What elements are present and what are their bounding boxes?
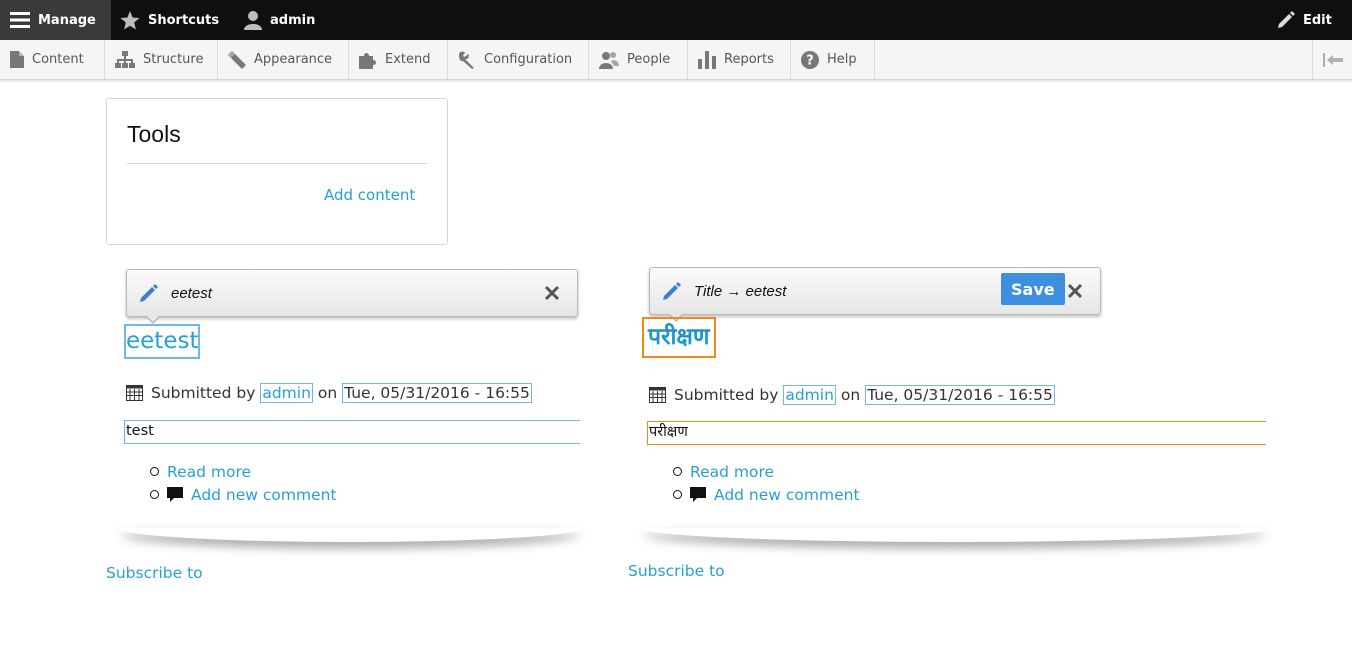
read-more-link[interactable]: Read more <box>690 463 774 481</box>
svg-text:?: ? <box>806 53 814 68</box>
tray-label-structure: Structure <box>143 52 204 67</box>
tray-item-people[interactable]: People <box>589 40 688 79</box>
tray-label-extend: Extend <box>385 52 431 67</box>
calendar-icon <box>126 385 143 401</box>
edit-toggle[interactable]: Edit <box>1277 0 1332 40</box>
admin-toolbar: Manage Shortcuts admin Edit <box>0 0 1352 40</box>
admin-tray: Content Structure Appearance Extend Conf… <box>0 40 1352 80</box>
tray-item-content[interactable]: Content <box>0 40 105 79</box>
close-icon[interactable] <box>543 284 561 302</box>
collapse-left-icon <box>1322 52 1343 67</box>
comment-icon <box>690 486 706 502</box>
bar-chart-icon <box>698 50 716 69</box>
tray-item-configuration[interactable]: Configuration <box>448 40 589 79</box>
tools-divider <box>127 163 427 164</box>
brush-icon <box>228 50 246 69</box>
right-article-shadow <box>643 528 1266 542</box>
tools-block: Tools Add content <box>106 98 448 245</box>
left-toolbar-label: eetest <box>171 284 212 302</box>
left-submitted-line: Submitted by admin on Tue, 05/31/2016 - … <box>126 383 532 403</box>
on-text: on <box>317 384 338 402</box>
tray-label-configuration: Configuration <box>484 52 573 67</box>
right-body-field[interactable]: परीक्षण <box>647 421 1266 445</box>
manage-label: Manage <box>38 12 96 28</box>
pencil-icon <box>140 284 158 302</box>
shortcuts-tab[interactable]: Shortcuts <box>120 0 219 40</box>
edit-label: Edit <box>1303 12 1332 28</box>
toolbar-caret <box>145 315 161 324</box>
tray-item-appearance[interactable]: Appearance <box>218 40 349 79</box>
close-icon[interactable] <box>1066 282 1084 300</box>
right-submitted-line: Submitted by admin on Tue, 05/31/2016 - … <box>649 385 1055 405</box>
left-node-title[interactable]: eetest <box>124 324 201 359</box>
sitemap-icon <box>115 51 135 68</box>
right-toolbar-label: Title → eetest <box>694 282 787 300</box>
add-comment-link[interactable]: Add new comment <box>714 486 860 504</box>
pencil-icon <box>663 282 681 300</box>
left-node-links: Read more Add new comment <box>150 460 337 506</box>
right-node-title[interactable]: परीक्षण <box>642 317 716 358</box>
list-item: Add new comment <box>673 483 860 506</box>
hamburger-icon <box>10 12 30 28</box>
list-item: Add new comment <box>150 483 337 506</box>
tray-label-help: Help <box>827 52 857 67</box>
list-item: Read more <box>150 460 337 483</box>
people-icon <box>599 51 619 69</box>
tray-label-content: Content <box>32 52 84 67</box>
user-icon <box>244 11 262 30</box>
tray-label-people: People <box>627 52 671 67</box>
right-subscribe-link[interactable]: Subscribe to <box>628 562 725 580</box>
submitted-by-text: Submitted by <box>674 386 779 404</box>
read-more-link[interactable]: Read more <box>167 463 251 481</box>
submitted-by-text: Submitted by <box>151 384 256 402</box>
add-comment-link[interactable]: Add new comment <box>191 486 337 504</box>
file-icon <box>10 51 24 68</box>
tray-orientation-toggle[interactable] <box>1312 40 1352 79</box>
author-link[interactable]: admin <box>783 385 836 405</box>
left-body-field[interactable]: test <box>124 420 580 444</box>
left-subscribe-link[interactable]: Subscribe to <box>106 564 203 582</box>
star-icon <box>120 10 140 29</box>
right-node-links: Read more Add new comment <box>673 460 860 506</box>
pencil-icon <box>1278 11 1295 28</box>
post-date[interactable]: Tue, 05/31/2016 - 16:55 <box>342 383 532 403</box>
tray-item-help[interactable]: ? Help <box>791 40 875 79</box>
tray-label-appearance: Appearance <box>254 52 333 67</box>
list-item: Read more <box>673 460 860 483</box>
tray-label-reports: Reports <box>724 52 774 67</box>
save-button[interactable]: Save <box>1001 273 1065 305</box>
comment-icon <box>167 486 183 502</box>
calendar-icon <box>649 387 666 403</box>
user-label: admin <box>270 12 316 28</box>
user-tab[interactable]: admin <box>244 0 315 40</box>
tools-title: Tools <box>127 121 181 147</box>
shortcuts-label: Shortcuts <box>148 12 220 28</box>
right-quickedit-toolbar: Title → eetest Save <box>649 267 1101 322</box>
tray-item-extend[interactable]: Extend <box>349 40 448 79</box>
tray-item-reports[interactable]: Reports <box>688 40 791 79</box>
left-article-shadow <box>120 528 580 542</box>
on-text: on <box>840 386 861 404</box>
post-date[interactable]: Tue, 05/31/2016 - 16:55 <box>865 385 1055 405</box>
manage-tab[interactable]: Manage <box>0 0 111 40</box>
puzzle-icon <box>359 52 376 69</box>
left-quickedit-toolbar: eetest <box>126 269 578 324</box>
tray-item-structure[interactable]: Structure <box>105 40 218 79</box>
author-link[interactable]: admin <box>260 383 313 403</box>
wrench-icon <box>459 51 474 69</box>
help-icon: ? <box>801 50 819 69</box>
add-content-link[interactable]: Add content <box>324 186 415 204</box>
